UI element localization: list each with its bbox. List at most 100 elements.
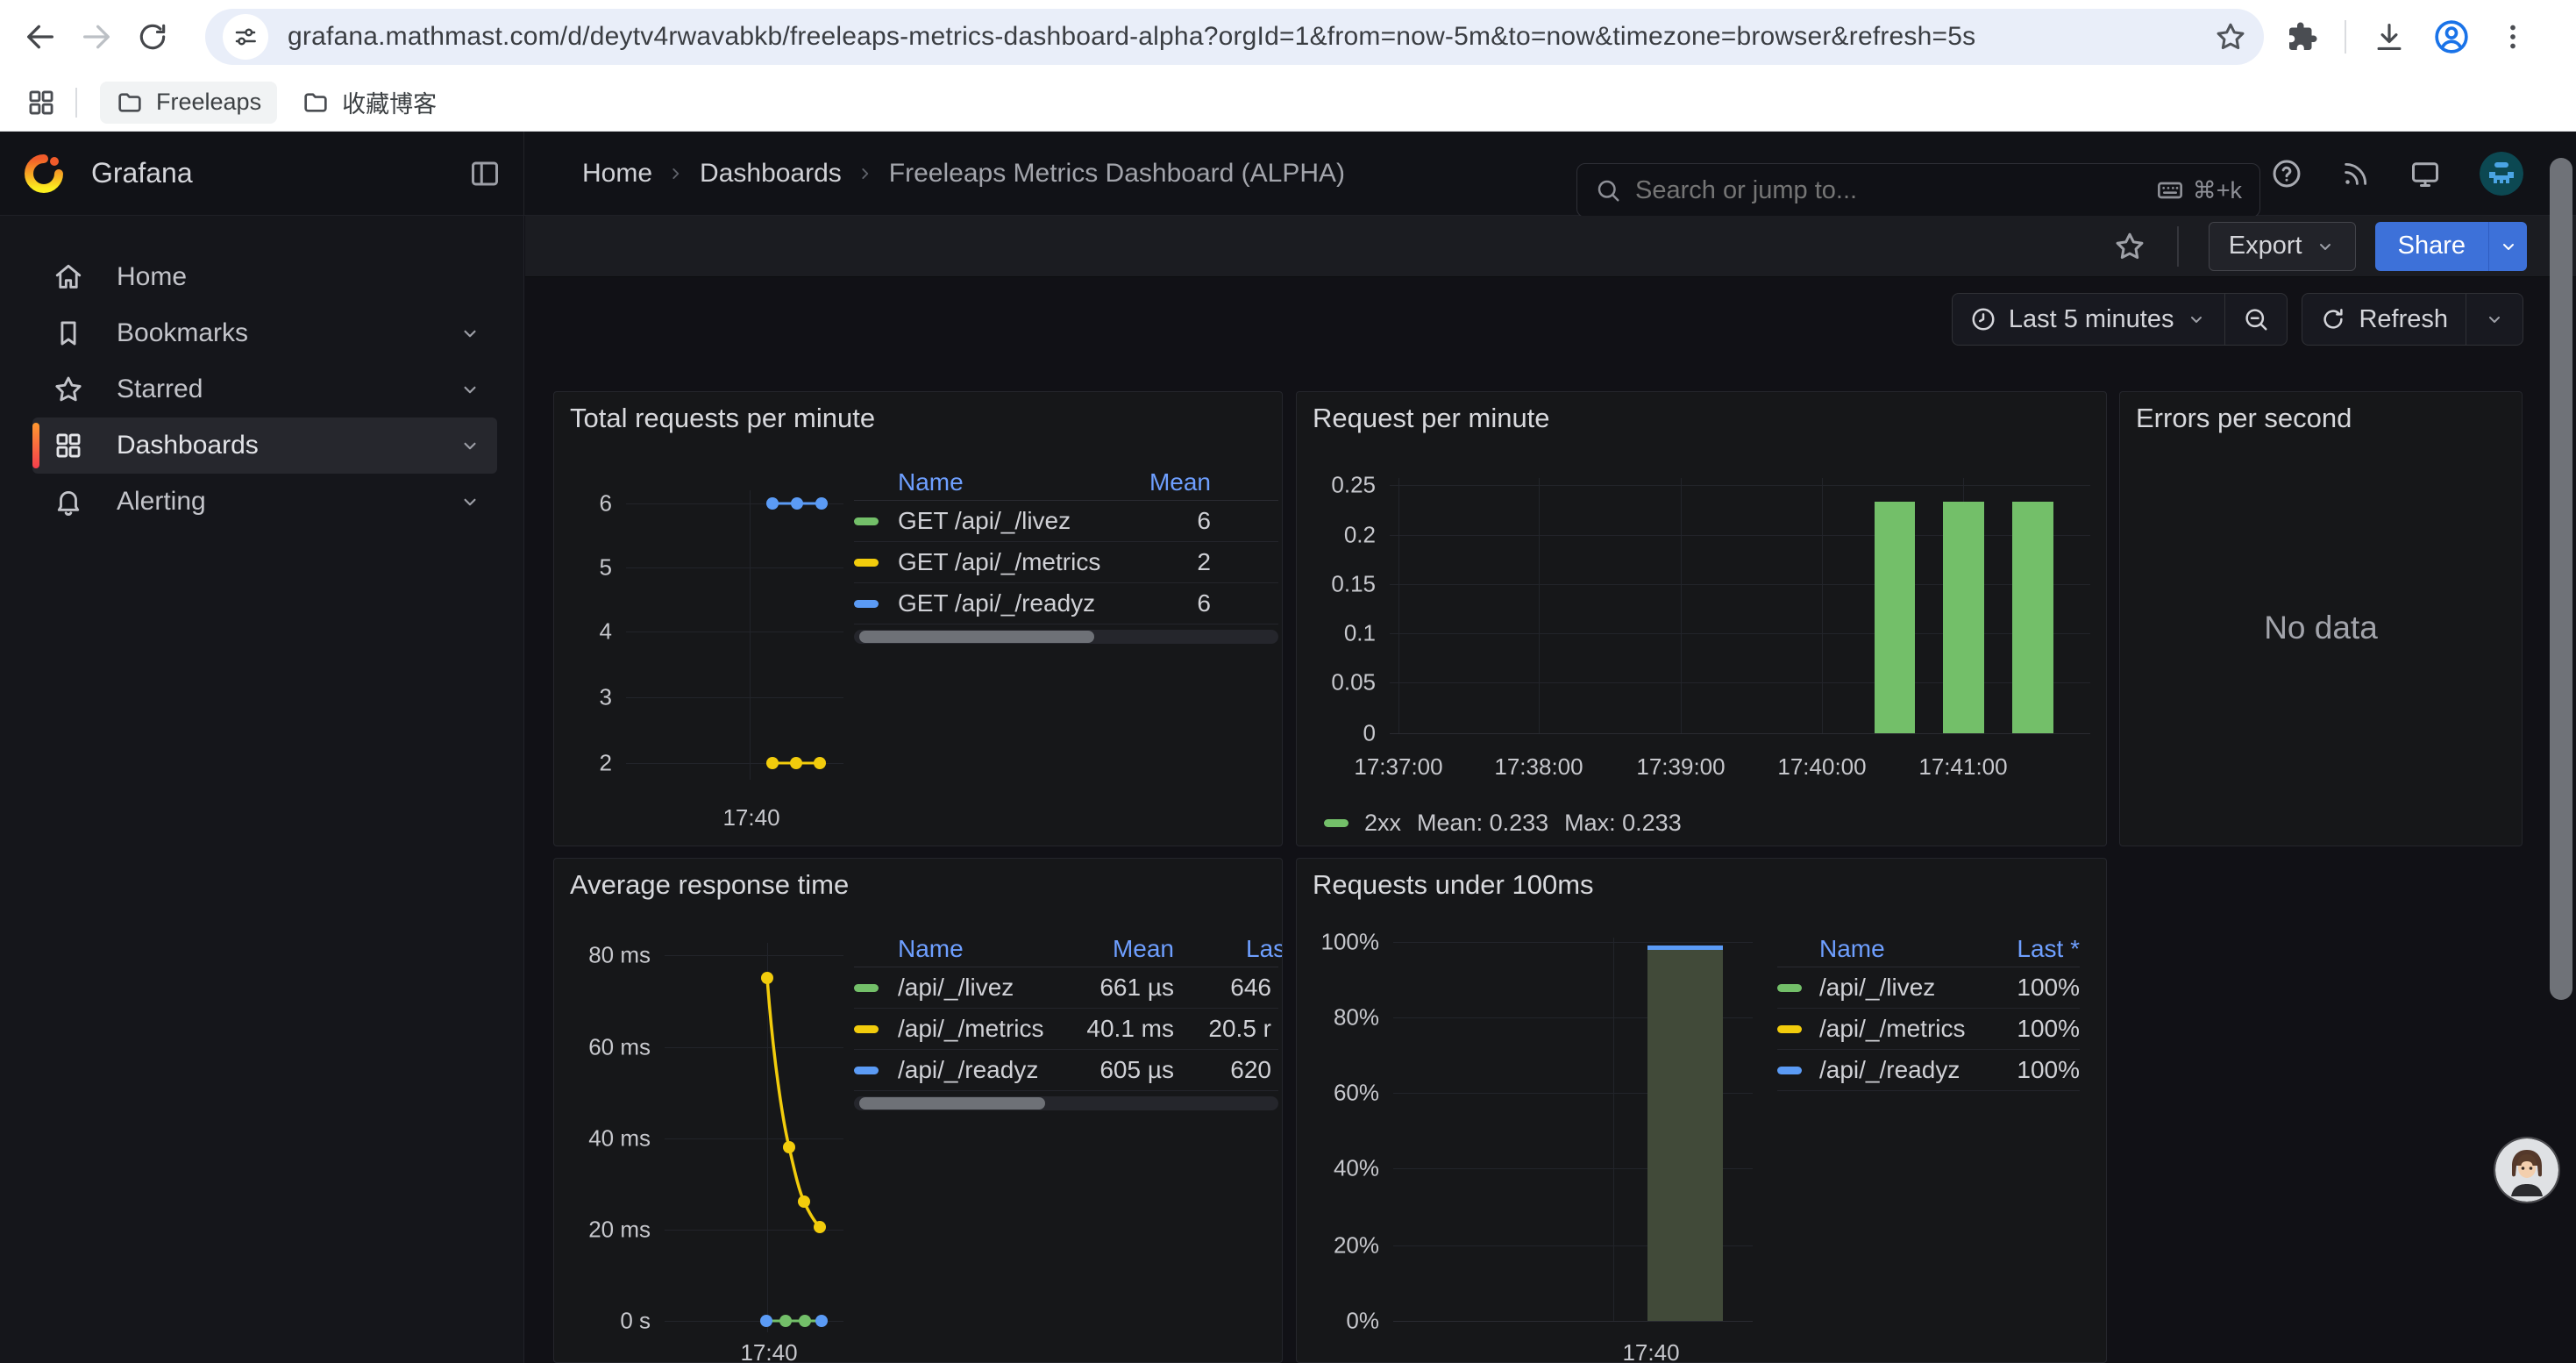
chevron-down-icon[interactable] (459, 322, 481, 345)
chevron-right-icon (856, 164, 875, 183)
table-horizontal-scrollbar[interactable] (854, 630, 1278, 644)
y-axis-tick: 2 (554, 750, 612, 777)
x-axis-tick: 17:40 (722, 804, 779, 831)
table-row[interactable]: /api/_/readyz 605 µs 620 (854, 1050, 1278, 1091)
table-horizontal-scrollbar[interactable] (854, 1096, 1278, 1110)
rss-icon[interactable] (2341, 159, 2371, 189)
share-dropdown-button[interactable] (2488, 222, 2527, 271)
menu-icon[interactable] (2497, 21, 2529, 53)
panel-title: Errors per second (2136, 403, 2352, 434)
bookmark-star-icon[interactable] (2215, 21, 2246, 53)
column-header-name[interactable]: Name (898, 935, 1073, 963)
column-header-mean[interactable]: Mean (1119, 468, 1211, 496)
y-axis-tick: 20% (1297, 1232, 1379, 1260)
sidebar-item-dashboards[interactable]: Dashboards (32, 417, 497, 474)
legend: 2xx Mean: 0.233 Max: 0.233 (1324, 810, 1682, 837)
scrollbar-thumb[interactable] (2550, 158, 2572, 1000)
help-icon[interactable] (2271, 158, 2302, 189)
table-row[interactable]: GET /api/_/readyz 6 (854, 583, 1278, 624)
scrollbar-thumb[interactable] (859, 1097, 1045, 1110)
search-box[interactable]: ⌘+k (1576, 163, 2260, 218)
export-button[interactable]: Export (2209, 222, 2356, 271)
panel-errors-per-second[interactable]: Errors per second No data (2119, 391, 2523, 846)
search-input[interactable] (1635, 176, 2156, 205)
download-icon[interactable] (2373, 20, 2406, 54)
bar-2xx (2012, 502, 2053, 733)
panel-total-requests[interactable]: Total requests per minute 6 5 4 3 2 17:4… (553, 391, 1283, 846)
tune-icon[interactable] (223, 14, 268, 60)
back-button[interactable] (12, 9, 68, 65)
toolbar-divider (2345, 20, 2346, 54)
chevron-down-icon[interactable] (459, 378, 481, 401)
star-dashboard-button[interactable] (2114, 231, 2145, 262)
gridline (1613, 938, 1614, 1321)
legend-series-name[interactable]: 2xx (1364, 810, 1401, 837)
bookmark-icon (53, 318, 83, 348)
table-row[interactable]: GET /api/_/livez 6 (854, 501, 1278, 542)
floating-avatar[interactable] (2495, 1138, 2558, 1202)
panel-avg-response-time[interactable]: Average response time 80 ms 60 ms 40 ms … (553, 858, 1283, 1363)
time-range-group: Last 5 minutes (1952, 293, 2288, 346)
sidebar-collapse-button[interactable] (469, 158, 501, 189)
star-icon (2114, 231, 2145, 262)
panel-requests-under-100ms[interactable]: Requests under 100ms 100% 80% 60% 40% 20… (1296, 858, 2107, 1363)
scrollbar-thumb[interactable] (859, 631, 1094, 643)
zoom-out-button[interactable] (2225, 294, 2287, 345)
sidebar-item-alerting[interactable]: Alerting (32, 474, 497, 530)
extensions-icon[interactable] (2287, 21, 2318, 53)
gridline (1390, 682, 2090, 683)
time-range-button[interactable]: Last 5 minutes (1953, 294, 2225, 345)
apps-grid-icon[interactable] (26, 88, 56, 118)
gridline (1390, 485, 2090, 486)
chevron-down-icon[interactable] (459, 434, 481, 457)
series-color-dash (854, 1025, 879, 1033)
folder-icon (302, 89, 330, 117)
sidebar-item-starred[interactable]: Starred (32, 361, 497, 417)
panel-request-per-minute[interactable]: Request per minute 0.25 0.2 0.15 0.1 0.0… (1296, 391, 2107, 846)
refresh-interval-button[interactable] (2466, 294, 2523, 345)
panel-title: Requests under 100ms (1313, 869, 1594, 901)
monitor-icon[interactable] (2409, 158, 2441, 189)
table-row[interactable]: /api/_/livez 661 µs 646 (854, 967, 1278, 1009)
breadcrumb-item-dashboards[interactable]: Dashboards (700, 159, 842, 189)
column-header-name[interactable]: Name (898, 468, 1119, 496)
series-color-dash (1777, 984, 1802, 992)
column-header-mean[interactable]: Mean (1073, 935, 1174, 963)
sidebar-item-home[interactable]: Home (32, 249, 497, 305)
chevron-right-icon (666, 164, 686, 183)
reload-button[interactable] (125, 9, 181, 65)
refresh-button[interactable]: Refresh (2302, 294, 2466, 345)
series-color-dash (854, 984, 879, 992)
column-header-last[interactable]: Las (1174, 935, 1278, 963)
table-row[interactable]: /api/_/livez 100% (1777, 967, 2080, 1009)
data-point (814, 757, 826, 769)
share-button[interactable]: Share (2375, 222, 2488, 271)
refresh-icon (2320, 306, 2346, 332)
url-bar[interactable]: grafana.mathmast.com/d/deytv4rwavabkb/fr… (205, 9, 2264, 65)
breadcrumb-item-home[interactable]: Home (582, 159, 652, 189)
bookmark-item-blogs[interactable]: 收藏博客 (286, 78, 452, 126)
grafana-logo[interactable] (23, 153, 65, 195)
column-header-last[interactable]: Last * (1999, 935, 2080, 963)
table-row[interactable]: /api/_/metrics 100% (1777, 1009, 2080, 1050)
table-row[interactable]: GET /api/_/metrics 2 (854, 542, 1278, 583)
sidebar-item-bookmarks[interactable]: Bookmarks (32, 305, 497, 361)
gridline (1398, 478, 1399, 733)
url-text[interactable]: grafana.mathmast.com/d/deytv4rwavabkb/fr… (288, 22, 2204, 52)
chevron-down-icon (2484, 309, 2505, 330)
bookmark-item-freeleaps[interactable]: Freeleaps (100, 82, 277, 124)
legend-mean: Mean: 0.233 (1417, 810, 1548, 837)
panel-title: Total requests per minute (570, 403, 875, 434)
dashboards-icon (53, 431, 83, 460)
profile-icon[interactable] (2432, 18, 2471, 56)
chevron-down-icon[interactable] (459, 490, 481, 513)
gridline (750, 490, 751, 780)
user-avatar[interactable] (2480, 152, 2523, 196)
table-row[interactable]: /api/_/readyz 100% (1777, 1050, 2080, 1091)
home-icon (53, 262, 83, 292)
legend-table: Name Last * /api/_/livez 100% /api/_/met… (1777, 931, 2080, 1091)
forward-button[interactable] (68, 9, 125, 65)
column-header-name[interactable]: Name (1819, 935, 1999, 963)
table-row[interactable]: /api/_/metrics 40.1 ms 20.5 r (854, 1009, 1278, 1050)
gridline (1822, 478, 1823, 733)
